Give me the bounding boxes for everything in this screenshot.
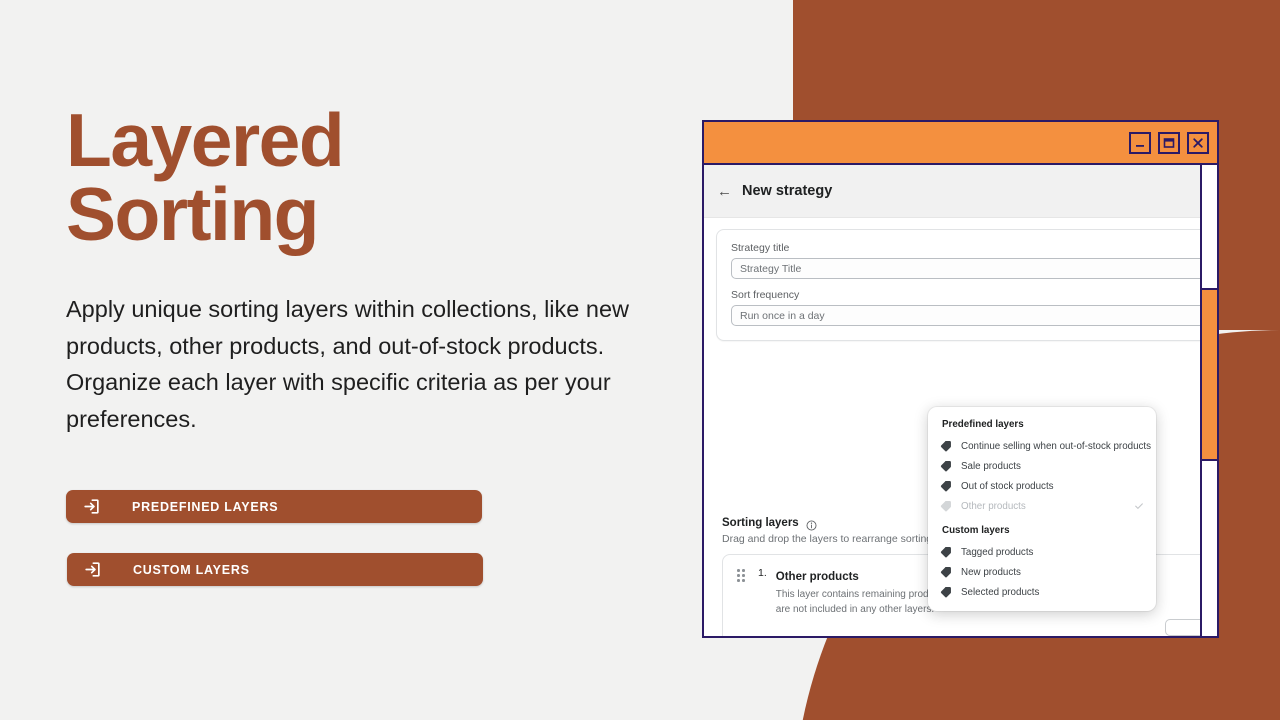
layer-criteria-input[interactable] [1165, 619, 1200, 636]
dropdown-item-tagged-products[interactable]: Tagged products [928, 542, 1156, 562]
sorting-layers-title: Sorting layers [722, 517, 799, 529]
layer-criteria-row[interactable] [1165, 619, 1200, 636]
dropdown-item-continue-selling[interactable]: Continue selling when out-of-stock produ… [928, 436, 1156, 456]
dropdown-item-label: New products [961, 566, 1021, 578]
window-body: ← New strategy Strategy title Strategy T… [704, 165, 1217, 636]
login-arrow-icon [83, 560, 102, 579]
info-icon[interactable] [806, 518, 817, 530]
dropdown-item-selected-products[interactable]: Selected products [928, 582, 1156, 602]
tag-icon [940, 586, 952, 598]
dropdown-group-title-custom: Custom layers [942, 525, 1010, 536]
headline-line-1: Layered [66, 98, 345, 182]
tag-icon [940, 566, 952, 578]
window-content: ← New strategy Strategy title Strategy T… [704, 165, 1200, 636]
strategy-form-card: Strategy title Strategy Title Sort frequ… [716, 229, 1200, 341]
drag-handle-icon[interactable] [737, 569, 746, 582]
scrollbar-thumb[interactable] [1202, 288, 1217, 461]
window-title-bar [704, 122, 1217, 165]
predefined-layers-label: PREDEFINED LAYERS [132, 499, 279, 514]
vertical-scrollbar[interactable] [1200, 165, 1217, 636]
dropdown-item-label: Out of stock products [961, 480, 1054, 492]
sort-frequency-label: Sort frequency [731, 289, 800, 301]
tag-icon [940, 440, 952, 452]
custom-layers-button[interactable]: CUSTOM LAYERS [67, 553, 483, 586]
check-icon [1134, 501, 1144, 511]
dropdown-item-label: Other products [961, 500, 1026, 512]
dropdown-item-other-products: Other products [928, 496, 1156, 516]
dropdown-item-new-products[interactable]: New products [928, 562, 1156, 582]
strategy-page-title: New strategy [742, 183, 833, 199]
maximize-icon [1163, 137, 1175, 148]
login-arrow-icon [82, 497, 101, 516]
dropdown-item-sale-products[interactable]: Sale products [928, 456, 1156, 476]
tag-icon [940, 460, 952, 472]
strategy-title-field-block: Strategy title Strategy Title [731, 242, 1200, 279]
tag-icon [940, 546, 952, 558]
page-header: ← New strategy [704, 165, 1200, 218]
layer-index: 1. [758, 567, 767, 579]
sort-frequency-select[interactable]: Run once in a day [731, 305, 1200, 326]
app-window: ← New strategy Strategy title Strategy T… [702, 120, 1219, 638]
strategy-title-input[interactable]: Strategy Title [731, 258, 1200, 279]
maximize-button[interactable] [1158, 131, 1180, 154]
dropdown-item-label: Tagged products [961, 546, 1034, 558]
page-title: Layered Sorting [66, 98, 706, 256]
dropdown-item-out-of-stock-products[interactable]: Out of stock products [928, 476, 1156, 496]
minimize-button[interactable] [1129, 131, 1151, 154]
hero-section: Layered Sorting Apply unique sorting lay… [66, 98, 706, 586]
close-button[interactable] [1187, 131, 1209, 154]
layer-name: Other products [775, 571, 859, 583]
hero-description: Apply unique sorting layers within colle… [66, 296, 629, 432]
dropdown-item-label: Continue selling when out-of-stock produ… [961, 440, 1152, 452]
dropdown-item-label: Selected products [961, 586, 1040, 598]
custom-layers-label: CUSTOM LAYERS [133, 562, 250, 577]
back-arrow-icon[interactable]: ← [717, 183, 732, 200]
dropdown-group-title-predefined: Predefined layers [942, 419, 1024, 430]
predefined-layers-button[interactable]: PREDEFINED LAYERS [66, 490, 482, 523]
tag-icon [940, 480, 952, 492]
close-icon [1193, 137, 1203, 148]
dropdown-item-label: Sale products [961, 460, 1021, 472]
layers-dropdown-menu[interactable]: Predefined layers Continue selling when … [928, 407, 1156, 611]
headline-line-2: Sorting [66, 171, 319, 256]
tag-icon [940, 500, 952, 512]
minimize-icon [1136, 144, 1144, 147]
strategy-title-label: Strategy title [731, 242, 790, 254]
sort-frequency-field-block: Sort frequency Run once in a day [731, 289, 1200, 326]
